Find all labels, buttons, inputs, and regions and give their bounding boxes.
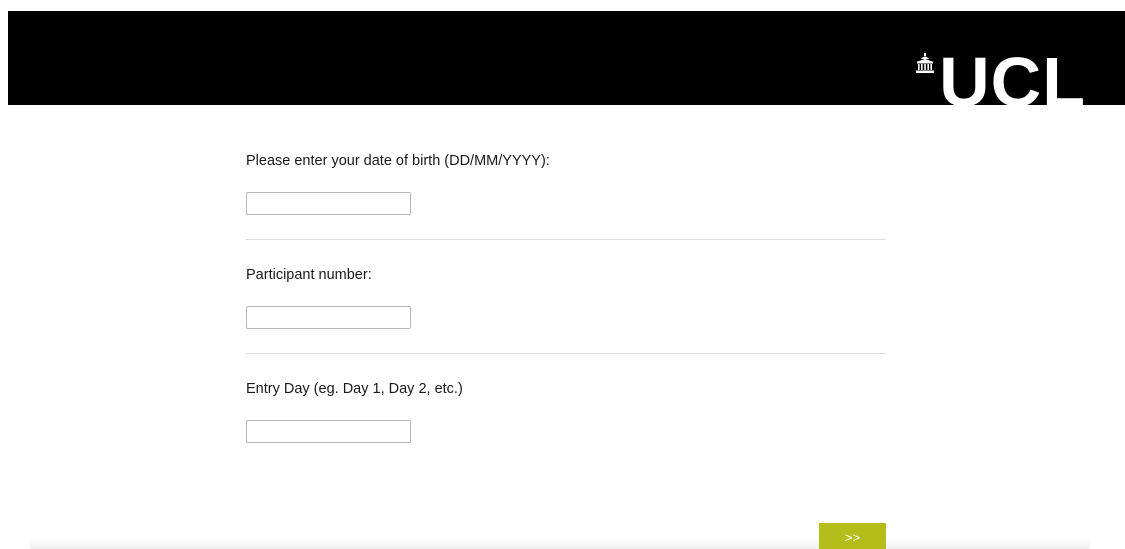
ucl-logo: UCL (915, 11, 1086, 105)
header-bar: UCL (8, 11, 1125, 105)
dob-input[interactable] (246, 192, 411, 215)
footer-shadow (30, 538, 1090, 549)
participant-number-label: Participant number: (246, 267, 372, 283)
entry-day-input[interactable] (246, 420, 411, 443)
participant-number-input[interactable] (246, 306, 411, 329)
portico-icon (916, 53, 935, 73)
survey-page: UCL Please enter your date of birth (DD/… (0, 0, 1125, 549)
dob-question-label: Please enter your date of birth (DD/MM/Y… (246, 153, 550, 169)
question-divider (246, 239, 886, 240)
entry-day-label: Entry Day (eg. Day 1, Day 2, etc.) (246, 381, 463, 397)
question-divider (246, 353, 886, 354)
logo-text: UCL (939, 43, 1086, 105)
next-button[interactable]: >> (819, 523, 886, 549)
